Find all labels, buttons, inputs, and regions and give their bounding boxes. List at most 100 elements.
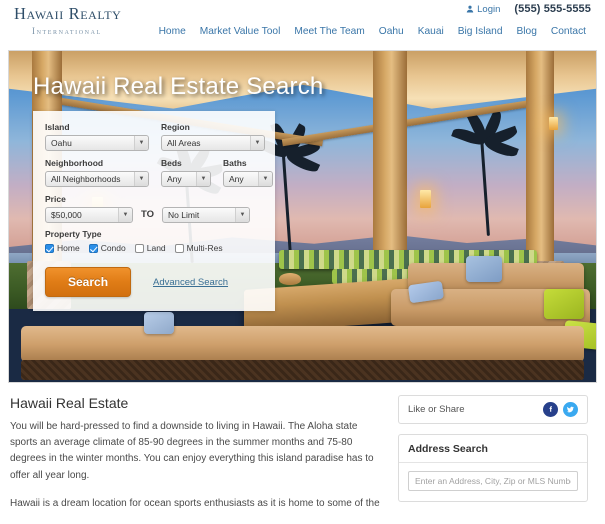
checkbox-multi-res[interactable] (174, 243, 184, 253)
hero-title: Hawaii Real Estate Search (33, 73, 324, 100)
neighborhood-field: Neighborhood All Neighborhoods ▼ (45, 158, 149, 187)
price-min-value: $50,000 (51, 210, 82, 220)
main-content-column: Hawaii Real Estate You will be hard-pres… (10, 395, 382, 524)
address-search-card: Address Search (398, 434, 588, 502)
property-type-home-label: Home (57, 243, 80, 253)
login-label: Login (477, 3, 501, 15)
island-selected-value: Oahu (51, 138, 72, 148)
twitter-icon[interactable] (563, 402, 578, 417)
island-field: Island Oahu ▼ (45, 122, 149, 151)
address-search-body (399, 463, 587, 501)
island-region-row: Island Oahu ▼ Region All Areas ▼ (45, 122, 265, 151)
header-utility-bar: Login (555) 555-5555 (466, 3, 591, 15)
chevron-down-icon: ▼ (118, 208, 132, 222)
nav-item-big-island[interactable]: Big Island (451, 26, 510, 37)
intro-paragraph-2: Hawaii is a dream location for ocean spo… (10, 497, 380, 509)
hero-banner: Hawaii Real Estate Search Island Oahu ▼ … (8, 50, 597, 383)
user-icon (466, 5, 474, 13)
social-links (543, 402, 578, 417)
region-selected-value: All Areas (167, 138, 201, 148)
search-button[interactable]: Search (45, 267, 132, 297)
address-search-input[interactable] (408, 471, 578, 491)
region-field: Region All Areas ▼ (161, 122, 265, 151)
sidebar-column: Like or Share Address Search (398, 395, 588, 524)
nav-item-market-value-tool[interactable]: Market Value Tool (193, 26, 288, 37)
decorative-bowl (279, 272, 302, 285)
baths-label: Baths (223, 158, 247, 168)
nav-item-kauai[interactable]: Kauai (411, 26, 451, 37)
property-type-land[interactable]: Land (134, 243, 166, 253)
share-label: Like or Share (408, 404, 465, 415)
address-search-title: Address Search (399, 435, 587, 463)
nav-item-oahu[interactable]: Oahu (372, 26, 411, 37)
sofa-section (20, 325, 585, 363)
checkbox-land[interactable] (134, 243, 144, 253)
island-label: Island (45, 122, 70, 132)
property-type-home[interactable]: Home (45, 243, 80, 253)
phone-number[interactable]: (555) 555-5555 (514, 3, 591, 15)
logo-secondary-text: International (32, 25, 102, 36)
chevron-down-icon: ▼ (134, 172, 148, 186)
property-type-multi-res-label: Multi-Res (186, 243, 223, 253)
property-search-panel: Island Oahu ▼ Region All Areas ▼ Neighbo… (33, 111, 275, 311)
nav-item-meet-the-team[interactable]: Meet The Team (287, 26, 371, 37)
baths-select[interactable]: Any ▼ (223, 171, 273, 187)
chevron-down-icon: ▼ (134, 136, 148, 150)
neighborhood-select[interactable]: All Neighborhoods ▼ (45, 171, 149, 187)
neighborhood-beds-baths-row: Neighborhood All Neighborhoods ▼ Beds An… (45, 158, 273, 187)
main-navigation: Home Market Value Tool Meet The Team Oah… (152, 26, 593, 37)
palm-trunk (281, 150, 293, 263)
region-label: Region (161, 122, 190, 132)
chevron-down-icon: ▼ (235, 208, 250, 222)
property-type-land-label: Land (146, 243, 166, 253)
checkbox-condo[interactable] (88, 243, 98, 253)
page-content: Hawaii Real Estate You will be hard-pres… (0, 383, 605, 524)
beds-select[interactable]: Any ▼ (161, 171, 211, 187)
property-type-condo-label: Condo (100, 243, 126, 253)
price-max-value: No Limit (168, 210, 200, 220)
beds-label: Beds (161, 158, 182, 168)
palm-trunk (480, 137, 490, 237)
site-logo[interactable]: Hawaii Realty International (14, 4, 122, 36)
facebook-icon[interactable] (543, 402, 558, 417)
price-min-select[interactable]: $50,000 ▼ (45, 207, 133, 223)
wicker-base (20, 360, 585, 380)
baths-selected-value: Any (229, 174, 244, 184)
share-row: Like or Share (399, 396, 587, 423)
price-range-row: $50,000 ▼ TO No Limit ▼ (45, 207, 263, 223)
lantern-light (419, 190, 431, 209)
beds-selected-value: Any (167, 174, 182, 184)
palm-tree-icon (451, 109, 519, 237)
lantern-light (549, 117, 559, 131)
chevron-down-icon: ▼ (250, 136, 264, 150)
property-type-checkbox-group: Home Condo Land Multi-Res (45, 243, 263, 253)
checkbox-home[interactable] (45, 243, 54, 253)
property-type-field: Property Type Home Condo Land Multi-Res (45, 229, 263, 253)
nav-item-home[interactable]: Home (152, 26, 193, 37)
beds-field: Beds Any ▼ (161, 158, 211, 187)
blue-pillow (144, 312, 174, 335)
logo-primary-text: Hawaii Realty (14, 4, 122, 23)
price-field: Price $50,000 ▼ TO No Limit ▼ (45, 194, 263, 223)
blue-pillow (466, 256, 503, 283)
intro-paragraph-1: You will be hard-pressed to find a downs… (10, 421, 374, 481)
chevron-down-icon: ▼ (196, 172, 210, 186)
island-select[interactable]: Oahu ▼ (45, 135, 149, 151)
property-type-label: Property Type (45, 229, 102, 239)
search-actions-row: Search Advanced Search (45, 267, 263, 297)
advanced-search-link[interactable]: Advanced Search (153, 277, 228, 288)
neighborhood-label: Neighborhood (45, 158, 104, 168)
price-label: Price (45, 194, 66, 204)
region-select[interactable]: All Areas ▼ (161, 135, 265, 151)
property-type-condo[interactable]: Condo (88, 243, 126, 253)
property-type-multi-res[interactable]: Multi-Res (174, 243, 223, 253)
neighborhood-selected-value: All Neighborhoods (51, 174, 121, 184)
price-max-select[interactable]: No Limit ▼ (162, 207, 251, 223)
login-link[interactable]: Login (466, 4, 500, 15)
page-title: Hawaii Real Estate (10, 395, 129, 411)
baths-field: Baths Any ▼ (223, 158, 273, 187)
nav-item-contact[interactable]: Contact (544, 26, 593, 37)
site-header: Hawaii Realty International Login (555) … (0, 0, 605, 50)
green-pillow (544, 289, 585, 320)
nav-item-blog[interactable]: Blog (510, 26, 544, 37)
